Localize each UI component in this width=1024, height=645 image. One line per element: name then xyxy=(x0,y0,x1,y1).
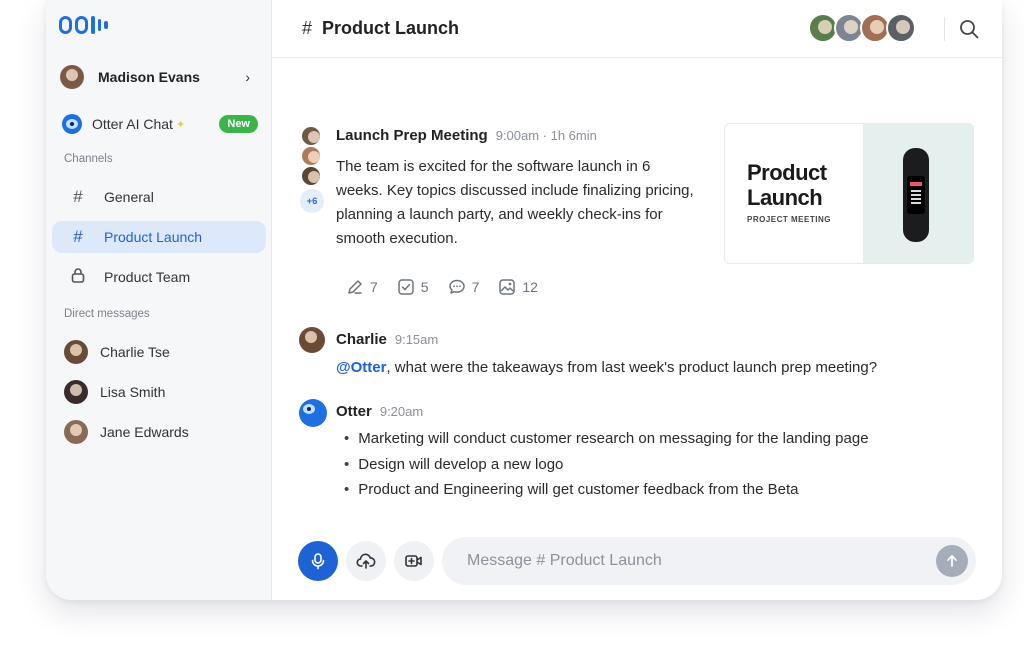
meeting-summary: The team is excited for the software lau… xyxy=(336,158,694,247)
edits-count: 7 xyxy=(370,279,378,295)
page-title: Product Launch xyxy=(322,18,460,38)
list-item: Design will develop a new logo xyxy=(344,456,869,482)
channel-view: # Product Launch +6 Launch Prep Meeting … xyxy=(272,0,1002,600)
lock-icon xyxy=(70,267,86,288)
profile-name: Madison Evans xyxy=(98,69,200,85)
tasks-stat[interactable]: 5 xyxy=(397,278,429,296)
app-window: Madison Evans › Otter AI Chat ✦ New Chan… xyxy=(46,0,1002,600)
pencil-icon xyxy=(348,280,362,294)
hash-icon: # xyxy=(73,227,83,246)
more-participants-badge: +6 xyxy=(300,189,324,213)
sidebar-item-general[interactable]: # General xyxy=(52,181,266,213)
header-divider xyxy=(944,17,945,41)
cloud-upload-icon xyxy=(356,553,376,569)
comment-icon xyxy=(448,279,465,294)
meeting-thumbnail[interactable]: Product Launch PROJECT MEETING xyxy=(724,123,974,264)
avatar xyxy=(64,420,88,444)
checkbox-icon xyxy=(398,279,414,295)
otter-avatar-icon xyxy=(299,399,327,427)
message-author: Otter xyxy=(336,403,372,420)
thumbnail-subtitle: PROJECT MEETING xyxy=(747,215,831,224)
tasks-count: 5 xyxy=(420,279,429,295)
search-icon[interactable] xyxy=(958,18,980,40)
message-text: @Otter, what were the takeaways from las… xyxy=(336,359,877,376)
thumbnail-title-line1: Product xyxy=(747,160,827,185)
images-stat[interactable]: 12 xyxy=(498,278,538,296)
list-item: Marketing will conduct customer research… xyxy=(344,430,868,456)
sidebar-item-label: Charlie Tse xyxy=(100,344,170,360)
message-time: 9:15am xyxy=(394,332,439,347)
direct-messages-heading: Direct messages xyxy=(64,308,150,320)
avatar xyxy=(60,65,84,89)
comments-stat[interactable]: 7 xyxy=(448,278,480,296)
sidebar-item-jane-edwards[interactable]: Jane Edwards xyxy=(64,419,254,445)
meeting-header: Launch Prep Meeting 9:00am · 1h 6min xyxy=(336,127,597,144)
comments-count: 7 xyxy=(471,279,480,295)
avatar xyxy=(300,165,322,187)
record-button[interactable] xyxy=(298,541,338,581)
sidebar-item-label: Lisa Smith xyxy=(100,384,166,400)
fitness-band-image xyxy=(863,124,973,263)
avatar xyxy=(64,340,88,364)
message-composer xyxy=(442,537,976,585)
thumbnail-text: Product Launch PROJECT MEETING xyxy=(725,124,863,263)
avatar xyxy=(300,125,322,147)
sidebar: Madison Evans › Otter AI Chat ✦ New Chan… xyxy=(46,0,272,600)
sidebar-item-lisa-smith[interactable]: Lisa Smith xyxy=(64,379,254,405)
message-body: , what were the takeaways from last week… xyxy=(386,359,878,376)
arrow-up-icon xyxy=(947,555,957,567)
images-count: 12 xyxy=(522,279,538,295)
chevron-right-icon: › xyxy=(245,69,250,85)
message-time: 9:20am xyxy=(379,404,424,419)
otter-avatar-icon xyxy=(62,114,82,134)
otter-logo[interactable] xyxy=(59,16,108,34)
new-badge: New xyxy=(219,115,258,133)
message-header: Otter 9:20am xyxy=(336,403,423,420)
meeting-meta: 9:00am · 1h 6min xyxy=(495,128,597,143)
upload-button[interactable] xyxy=(346,541,386,581)
sparkle-icon: ✦ xyxy=(175,118,186,131)
avatar xyxy=(64,380,88,404)
member-avatar xyxy=(886,13,916,43)
meeting-participants[interactable]: +6 xyxy=(300,125,326,213)
sidebar-item-label: Jane Edwards xyxy=(100,424,189,440)
channel-members[interactable] xyxy=(808,13,916,43)
hash-icon: # xyxy=(302,18,313,38)
edits-stat[interactable]: 7 xyxy=(346,278,378,296)
meeting-title[interactable]: Launch Prep Meeting xyxy=(336,127,488,144)
sidebar-item-charlie-tse[interactable]: Charlie Tse xyxy=(64,339,254,365)
message-header: Charlie 9:15am xyxy=(336,331,438,348)
channels-heading: Channels xyxy=(64,153,113,165)
send-button[interactable] xyxy=(936,545,968,577)
video-button[interactable] xyxy=(394,541,434,581)
video-add-icon xyxy=(405,555,422,567)
sidebar-item-otter-ai-chat[interactable]: Otter AI Chat ✦ New xyxy=(62,112,258,136)
hash-icon: # xyxy=(73,187,83,206)
meeting-stats: 7 5 7 12 xyxy=(346,278,538,296)
takeaways-list: Marketing will conduct customer research… xyxy=(344,430,869,507)
sidebar-item-label: General xyxy=(104,189,154,205)
avatar xyxy=(299,327,325,353)
avatar xyxy=(300,145,322,167)
message-author: Charlie xyxy=(336,331,387,348)
profile-menu[interactable]: Madison Evans › xyxy=(60,63,250,91)
sidebar-item-label: Product Launch xyxy=(104,229,203,245)
microphone-icon xyxy=(311,553,325,570)
thumbnail-title-line2: Launch xyxy=(747,185,823,210)
message-input[interactable] xyxy=(467,552,907,570)
otter-mention[interactable]: @Otter xyxy=(336,359,386,376)
sidebar-item-label: Otter AI Chat xyxy=(92,116,173,132)
list-item: Product and Engineering will get custome… xyxy=(344,481,869,507)
sidebar-item-label: Product Team xyxy=(104,269,191,285)
image-icon xyxy=(499,279,516,295)
sidebar-item-product-launch[interactable]: # Product Launch xyxy=(52,221,266,253)
sidebar-item-product-team[interactable]: Product Team xyxy=(52,261,266,293)
